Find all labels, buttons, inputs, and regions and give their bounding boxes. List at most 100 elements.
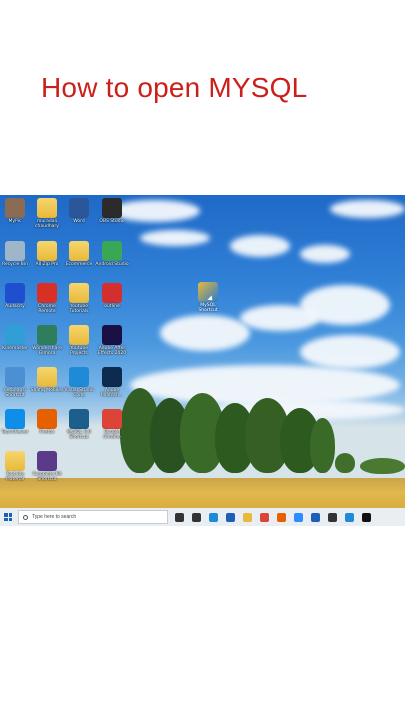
desktop-icon-label: Ecommerce — [65, 262, 93, 267]
desktop-icon-label: Recycle Bin — [2, 262, 28, 267]
dragged-desktop-icon[interactable]: MySQL Shortcut — [193, 282, 223, 322]
desktop-icon-label: Wondershare Filmora — [32, 346, 62, 356]
photoshop-icon — [102, 367, 122, 387]
winrar-icon — [37, 451, 57, 471]
desktop-icon[interactable]: Recycle Bin — [0, 241, 30, 283]
taskbar: Type here to search — [0, 508, 405, 526]
desktop-icon[interactable]: Audacity — [0, 283, 30, 325]
store-icon[interactable] — [328, 512, 337, 522]
desktop-icon[interactable]: Word — [64, 198, 94, 240]
desktop-icon-label: netbeans/ Shortcut — [3, 388, 27, 398]
desktop-icon-label: Google Chrome — [103, 430, 121, 440]
folder-icon — [69, 241, 89, 261]
desktop-icon[interactable]: muradali chaudhary — [32, 198, 62, 240]
teamviewer-icon — [5, 409, 25, 429]
android-studio-icon — [102, 241, 122, 261]
desktop-icon[interactable]: MyPic — [0, 198, 30, 240]
recycle-bin-icon — [5, 241, 25, 261]
desktop-icon-label: Youtube Tutorials — [69, 304, 89, 314]
calendar-icon[interactable] — [311, 512, 320, 522]
desktop-icon-label: OBS Studio — [99, 219, 125, 224]
desktop-icon[interactable]: netbeans/ Shortcut — [0, 367, 30, 409]
mysql-icon — [69, 409, 89, 429]
obs-icon — [102, 198, 122, 218]
desktop-icon[interactable]: Kinemaster — [0, 325, 30, 367]
desktop-icon-label: Firefox — [39, 430, 55, 435]
desktop-icon[interactable]: Firefox — [32, 409, 62, 451]
edge-icon[interactable] — [209, 512, 218, 522]
folder-icon — [37, 241, 57, 261]
desktop-icon-label: Shafiq Mobiles — [30, 388, 64, 393]
desktop-icon-label: Visual Studio Code — [64, 388, 94, 398]
desktop-icon-label: MySQL 8.0 Shortcut — [66, 430, 92, 440]
kinemaster-icon — [5, 325, 25, 345]
desktop-icon-label: Youtube Material — [5, 472, 25, 482]
firefox-icon — [37, 409, 57, 429]
desktop-icon[interactable]: Wondershare Filmora — [32, 325, 62, 367]
desktop-icon[interactable]: Visual Studio Code — [64, 367, 94, 409]
desktop-icon-label: Adobe Photosh... — [100, 388, 124, 398]
desktop-icon-label: Kinemaster — [2, 346, 28, 351]
desktop-icon[interactable]: All Zip Pro — [32, 241, 62, 283]
folder-icon — [5, 451, 25, 471]
windows-logo-icon — [4, 513, 12, 521]
desktop-icon[interactable]: Google Chrome — [97, 409, 127, 451]
mail-icon[interactable] — [226, 512, 235, 522]
chrome-remote-icon — [37, 283, 57, 303]
vscode-icon — [69, 367, 89, 387]
desktop-icon[interactable]: Ecommerce — [64, 241, 94, 283]
desktop-icon[interactable]: Youtube Material — [0, 451, 30, 493]
folder-icon — [69, 325, 89, 345]
desktop-icon-label: MyPic — [8, 219, 22, 224]
taskbar-pinned-apps — [175, 512, 371, 522]
chrome-icon[interactable] — [260, 512, 269, 522]
desktop-icon[interactable]: Android Studio — [95, 241, 129, 283]
video-title: How to open MYSQL — [41, 72, 308, 103]
desktop-icon-label: All Zip Pro — [35, 262, 59, 267]
filmora-icon — [37, 325, 57, 345]
audacity-icon — [5, 283, 25, 303]
folder-icon — [37, 367, 57, 387]
desktop-icon[interactable]: OBS Studio — [97, 198, 127, 240]
start-button[interactable] — [0, 508, 16, 526]
desktop-icon-label: muradali chaudhary — [35, 219, 59, 229]
taskbar-search-box[interactable]: Type here to search — [18, 510, 168, 524]
chrome-icon — [102, 409, 122, 429]
photo-icon — [5, 198, 25, 218]
desktop-icon-label: TeamViewer — [1, 430, 29, 435]
desktop-icon[interactable]: Youtube Projects — [64, 325, 94, 367]
folder-icon — [69, 283, 89, 303]
file-explorer-icon[interactable] — [243, 512, 252, 522]
firefox-icon[interactable] — [277, 512, 286, 522]
pdf-icon — [102, 283, 122, 303]
desktop-icon[interactable]: outline — [97, 283, 127, 325]
desktop-icon[interactable]: Complete Kit Shortcut — [32, 451, 62, 493]
desktop-icon-label: Adobe After Effects 2020 — [97, 346, 127, 356]
netbeans-icon — [5, 367, 25, 387]
desktop-icon-label: Audacity — [5, 304, 25, 309]
desktop-icon-label: Complete Kit Shortcut — [32, 472, 62, 482]
desktop-icon[interactable]: Adobe Photosh... — [97, 367, 127, 409]
zoom-icon[interactable] — [294, 512, 303, 522]
cortana-icon[interactable] — [175, 512, 184, 522]
desktop-icon-label: Youtube Projects — [70, 346, 88, 356]
search-icon — [23, 514, 28, 520]
desktop-icon-label: Chrome Remote — [38, 304, 56, 314]
desktop-icon[interactable]: Adobe After Effects 2020 — [97, 325, 127, 367]
photos-icon[interactable] — [345, 512, 354, 522]
desktop-icon-label: Word — [73, 219, 85, 224]
desktop-icon-label: Android Studio — [95, 262, 129, 267]
search-placeholder: Type here to search — [32, 514, 77, 520]
desktop-icon-grid: MyPic muradali chaudhary Word OBS Studio Rec… — [0, 195, 130, 505]
after-effects-icon — [102, 325, 122, 345]
desktop-icon[interactable]: Youtube Tutorials — [64, 283, 94, 325]
desktop-icon[interactable]: MySQL 8.0 Shortcut — [64, 409, 94, 451]
desktop-icon-label: outline — [104, 304, 120, 309]
word-icon — [69, 198, 89, 218]
folder-icon — [37, 198, 57, 218]
desktop-icon[interactable]: Chrome Remote — [32, 283, 62, 325]
terminal-icon[interactable] — [362, 512, 371, 522]
desktop-icon[interactable]: TeamViewer — [0, 409, 30, 451]
task-view-icon[interactable] — [192, 512, 201, 522]
desktop-icon[interactable]: Shafiq Mobiles — [30, 367, 64, 409]
